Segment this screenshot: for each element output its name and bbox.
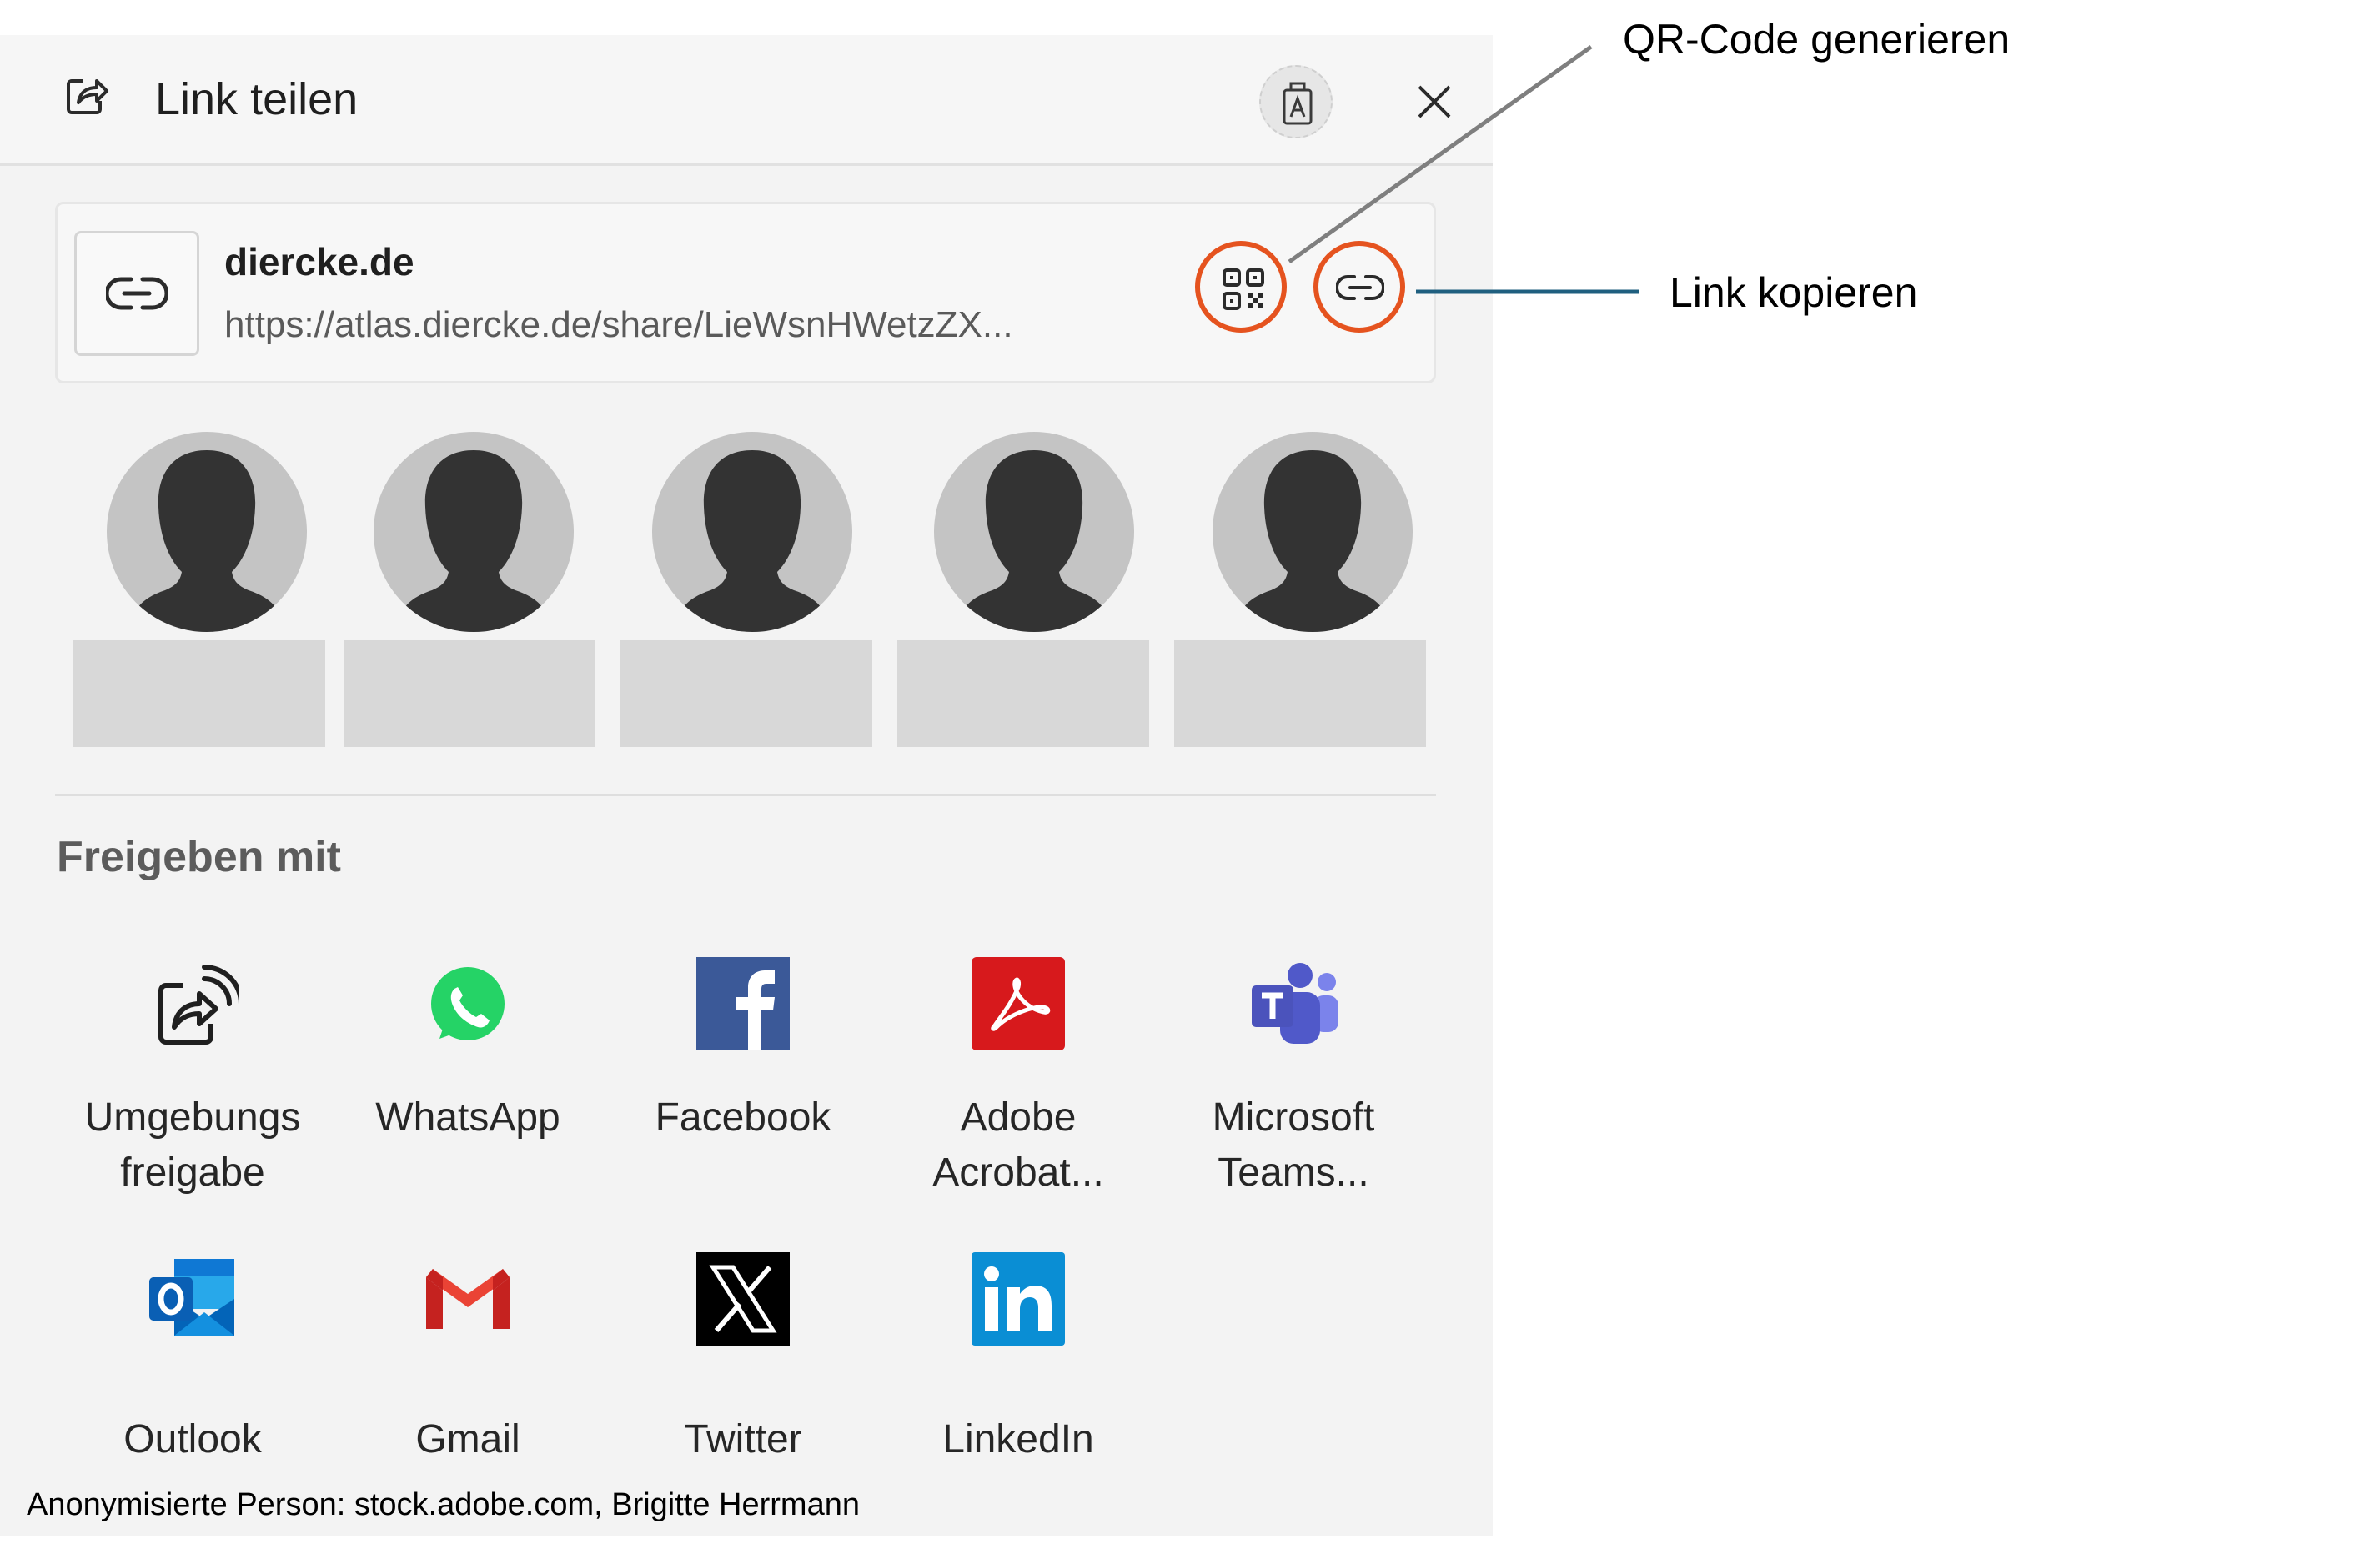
- qr-leader-line: [1288, 44, 1593, 264]
- qr-code-annotation: QR-Code generieren: [1623, 16, 2011, 63]
- copy-link-annotation: Link kopieren: [1670, 269, 1918, 316]
- annotation-leaders: [1288, 44, 1639, 294]
